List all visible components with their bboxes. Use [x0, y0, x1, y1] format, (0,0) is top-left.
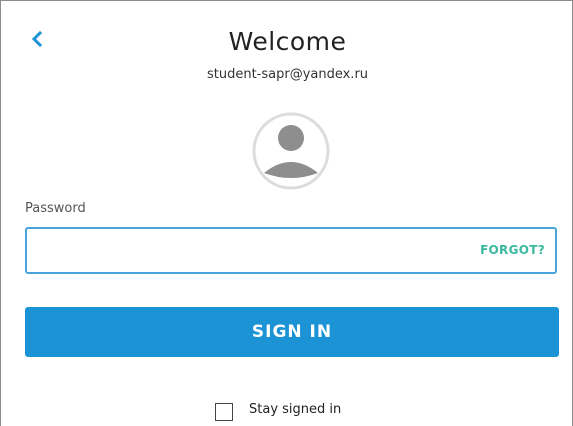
sign-in-button[interactable]: SIGN IN: [25, 307, 559, 357]
stay-signed-in-option[interactable]: Stay signed in: [215, 399, 342, 421]
user-avatar-icon: [252, 112, 330, 190]
stay-signed-in-checkbox[interactable]: [215, 403, 233, 421]
page-title: Welcome: [228, 27, 347, 56]
stay-signed-in-label: Stay signed in: [249, 401, 342, 417]
forgot-password-link[interactable]: FORGOT?: [480, 243, 545, 257]
password-label: Password: [25, 201, 86, 216]
password-input[interactable]: [35, 237, 439, 267]
sign-in-panel: Welcome student-sapr@yandex.ru Password …: [0, 0, 573, 426]
password-field[interactable]: FORGOT?: [25, 227, 557, 274]
account-email: student-sapr@yandex.ru: [206, 67, 369, 82]
